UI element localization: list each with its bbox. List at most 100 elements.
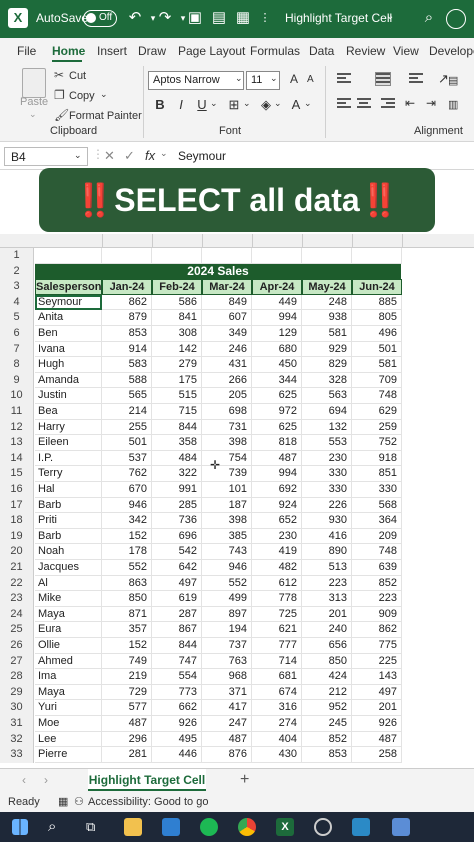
sales-value-cell[interactable]: 223: [302, 575, 352, 592]
sales-value-cell[interactable]: 446: [152, 747, 202, 763]
sales-value-cell[interactable]: 748: [352, 388, 402, 404]
salesperson-cell[interactable]: Terry: [35, 466, 102, 482]
tab-draw[interactable]: Draw: [138, 44, 166, 58]
row-number[interactable]: 7: [0, 341, 34, 358]
sales-value-cell[interactable]: 424: [302, 669, 352, 685]
sales-value-cell[interactable]: 762: [102, 466, 152, 482]
sales-value-cell[interactable]: 152: [102, 528, 152, 545]
sales-value-cell[interactable]: 450: [252, 357, 302, 373]
sales-value-cell[interactable]: 994: [252, 310, 302, 326]
insert-function-icon[interactable]: fx: [145, 148, 155, 163]
row-number[interactable]: 16: [0, 482, 34, 498]
row-number[interactable]: 12: [0, 419, 34, 436]
format-painter-icon[interactable]: 🖌: [54, 108, 69, 122]
salesperson-cell[interactable]: I.P.: [35, 450, 102, 467]
sales-value-cell[interactable]: 226: [302, 497, 352, 514]
wrap-text-icon[interactable]: ▤: [448, 74, 458, 87]
sales-value-cell[interactable]: 313: [302, 591, 352, 607]
sales-value-cell[interactable]: 385: [202, 528, 252, 545]
sales-value-cell[interactable]: 850: [302, 653, 352, 670]
sales-value-cell[interactable]: 929: [302, 341, 352, 358]
app-icon[interactable]: [352, 818, 370, 836]
sales-value-cell[interactable]: 680: [252, 341, 302, 358]
sales-value-cell[interactable]: 487: [102, 716, 152, 732]
sales-value-cell[interactable]: 230: [252, 528, 302, 545]
sales-value-cell[interactable]: 743: [202, 544, 252, 560]
sales-value-cell[interactable]: 371: [202, 684, 252, 701]
copy-label[interactable]: Copy: [69, 90, 95, 102]
sales-value-cell[interactable]: 946: [102, 497, 152, 514]
sales-value-cell[interactable]: 240: [302, 622, 352, 638]
font-name-select[interactable]: Aptos Narrow: [148, 71, 244, 90]
bold-button[interactable]: B: [152, 97, 168, 112]
sales-value-cell[interactable]: 245: [302, 716, 352, 732]
salesperson-cell[interactable]: Mike: [35, 591, 102, 607]
increase-indent-icon[interactable]: ⇥: [426, 96, 436, 110]
add-sheet-button[interactable]: +: [240, 771, 249, 789]
empty-cell[interactable]: [202, 248, 252, 264]
sales-value-cell[interactable]: 586: [152, 294, 202, 311]
tab-view[interactable]: View: [393, 44, 419, 58]
sales-value-cell[interactable]: 537: [102, 450, 152, 467]
sales-value-cell[interactable]: 565: [102, 388, 152, 404]
sales-value-cell[interactable]: 322: [152, 466, 202, 482]
row-number[interactable]: 15: [0, 466, 34, 482]
sales-value-cell[interactable]: 852: [352, 575, 402, 592]
paste-dropdown-icon[interactable]: ⌄: [29, 109, 37, 120]
sales-value-cell[interactable]: 274: [252, 716, 302, 732]
sales-value-cell[interactable]: 729: [102, 684, 152, 701]
sales-value-cell[interactable]: 698: [202, 404, 252, 420]
sales-value-cell[interactable]: 143: [352, 669, 402, 685]
sales-value-cell[interactable]: 731: [202, 419, 252, 436]
sales-value-cell[interactable]: 607: [202, 310, 252, 326]
sales-value-cell[interactable]: 629: [352, 404, 402, 420]
sales-value-cell[interactable]: 583: [102, 357, 152, 373]
sales-value-cell[interactable]: 748: [352, 544, 402, 560]
sales-value-cell[interactable]: 588: [102, 372, 152, 389]
sales-value-cell[interactable]: 924: [252, 497, 302, 514]
salesperson-cell[interactable]: Justin: [35, 388, 102, 404]
row-number[interactable]: 25: [0, 622, 34, 638]
sales-value-cell[interactable]: 670: [102, 482, 152, 498]
sales-value-cell[interactable]: 285: [152, 497, 202, 514]
salesperson-cell[interactable]: Harry: [35, 419, 102, 436]
sales-value-cell[interactable]: 132: [302, 419, 352, 436]
row-number[interactable]: 1: [0, 248, 34, 264]
row-number[interactable]: 33: [0, 747, 34, 763]
sales-value-cell[interactable]: 223: [352, 591, 402, 607]
sales-value-cell[interactable]: 694: [302, 404, 352, 420]
sales-value-cell[interactable]: 330: [352, 482, 402, 498]
align-right-icon[interactable]: [381, 98, 395, 110]
row-number[interactable]: 18: [0, 513, 34, 529]
sales-value-cell[interactable]: 972: [252, 404, 302, 420]
mail-icon[interactable]: [162, 818, 180, 836]
salesperson-cell[interactable]: Hal: [35, 482, 102, 498]
empty-cell[interactable]: [302, 248, 352, 264]
sales-value-cell[interactable]: 553: [302, 435, 352, 451]
sheet-tab-highlight-target-cell[interactable]: Highlight Target Cell: [88, 769, 206, 791]
sales-value-cell[interactable]: 296: [102, 731, 152, 748]
row-number[interactable]: 22: [0, 575, 34, 592]
sales-value-cell[interactable]: 890: [302, 544, 352, 560]
sales-value-cell[interactable]: 101: [202, 482, 252, 498]
sales-value-cell[interactable]: 994: [252, 466, 302, 482]
column-header-cell[interactable]: Jan-24: [102, 279, 152, 295]
sales-value-cell[interactable]: 918: [352, 450, 402, 467]
more-options-icon[interactable]: ⋮: [92, 147, 104, 161]
sales-value-cell[interactable]: 495: [152, 731, 202, 748]
sales-value-cell[interactable]: 850: [102, 591, 152, 607]
sales-value-cell[interactable]: 867: [152, 622, 202, 638]
font-name-dropdown-icon[interactable]: ⌄: [235, 73, 243, 84]
column-header-cell[interactable]: Mar-24: [202, 279, 252, 295]
sales-value-cell[interactable]: 357: [102, 622, 152, 638]
sales-value-cell[interactable]: 642: [152, 560, 202, 576]
sales-value-cell[interactable]: 568: [352, 497, 402, 514]
sales-value-cell[interactable]: 430: [252, 747, 302, 763]
sales-value-cell[interactable]: 266: [202, 372, 252, 389]
salesperson-cell[interactable]: Eura: [35, 622, 102, 638]
sales-value-cell[interactable]: 497: [352, 684, 402, 701]
row-number[interactable]: 10: [0, 388, 34, 404]
user-avatar-icon[interactable]: [446, 9, 466, 29]
sales-value-cell[interactable]: 513: [302, 560, 352, 576]
sales-value-cell[interactable]: 417: [202, 700, 252, 716]
